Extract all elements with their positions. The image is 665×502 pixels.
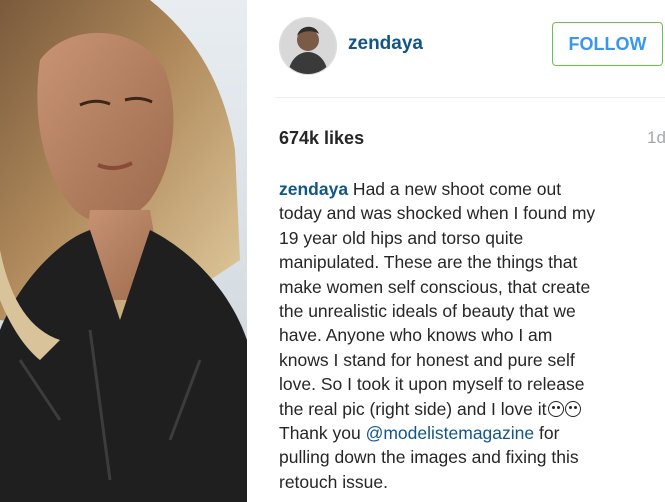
caption-text: for [534, 423, 560, 444]
caption-text: Had a new shoot come out [348, 179, 562, 199]
post-header: zendaya FOLLOW [247, 0, 665, 97]
profile-username[interactable]: zendaya [348, 33, 423, 55]
post-caption: zendaya Had a new shoot come out today a… [279, 177, 659, 494]
caption-line: today and was shocked when I found my [279, 203, 596, 224]
caption-line: knows I stand for honest and pure self [279, 349, 575, 370]
post-age[interactable]: 1d [647, 128, 665, 148]
caption-username[interactable]: zendaya [279, 179, 348, 199]
caption-line: the unrealistic ideals of beauty that we [279, 301, 576, 322]
caption-line: retouch issue. [279, 471, 388, 492]
caption-line: make women self conscious, that create [279, 276, 591, 297]
post-details-panel: zendaya FOLLOW 674k likes 1d zendaya Had… [247, 0, 665, 502]
caption-line: pulling down the images and fixing this [279, 447, 579, 468]
caption-line: 19 year old hips and torso quite [279, 227, 524, 248]
caption-line: the real pic (right side) and I love it [279, 397, 659, 421]
caption-line: manipulated. These are the things that [279, 252, 578, 273]
follow-button[interactable]: FOLLOW [552, 22, 663, 66]
smiling-face-icon [547, 400, 564, 417]
caption-line: zendaya Had a new shoot come out [279, 177, 659, 201]
caption-line: love. So I took it upon myself to releas… [279, 374, 585, 395]
caption-line: have. Anyone who knows who I am [279, 325, 553, 346]
caption-text: Thank you [279, 423, 366, 444]
surprised-face-icon [564, 400, 581, 417]
likes-count[interactable]: 674k likes [279, 128, 364, 149]
mention-link[interactable]: @modelistemagazine [366, 423, 535, 443]
caption-line: Thank you @modelistemagazine for [279, 421, 659, 445]
avatar[interactable] [279, 17, 337, 75]
post-photo [0, 0, 247, 502]
caption-text: the real pic (right side) and I love it [279, 398, 547, 419]
header-divider [275, 97, 665, 98]
